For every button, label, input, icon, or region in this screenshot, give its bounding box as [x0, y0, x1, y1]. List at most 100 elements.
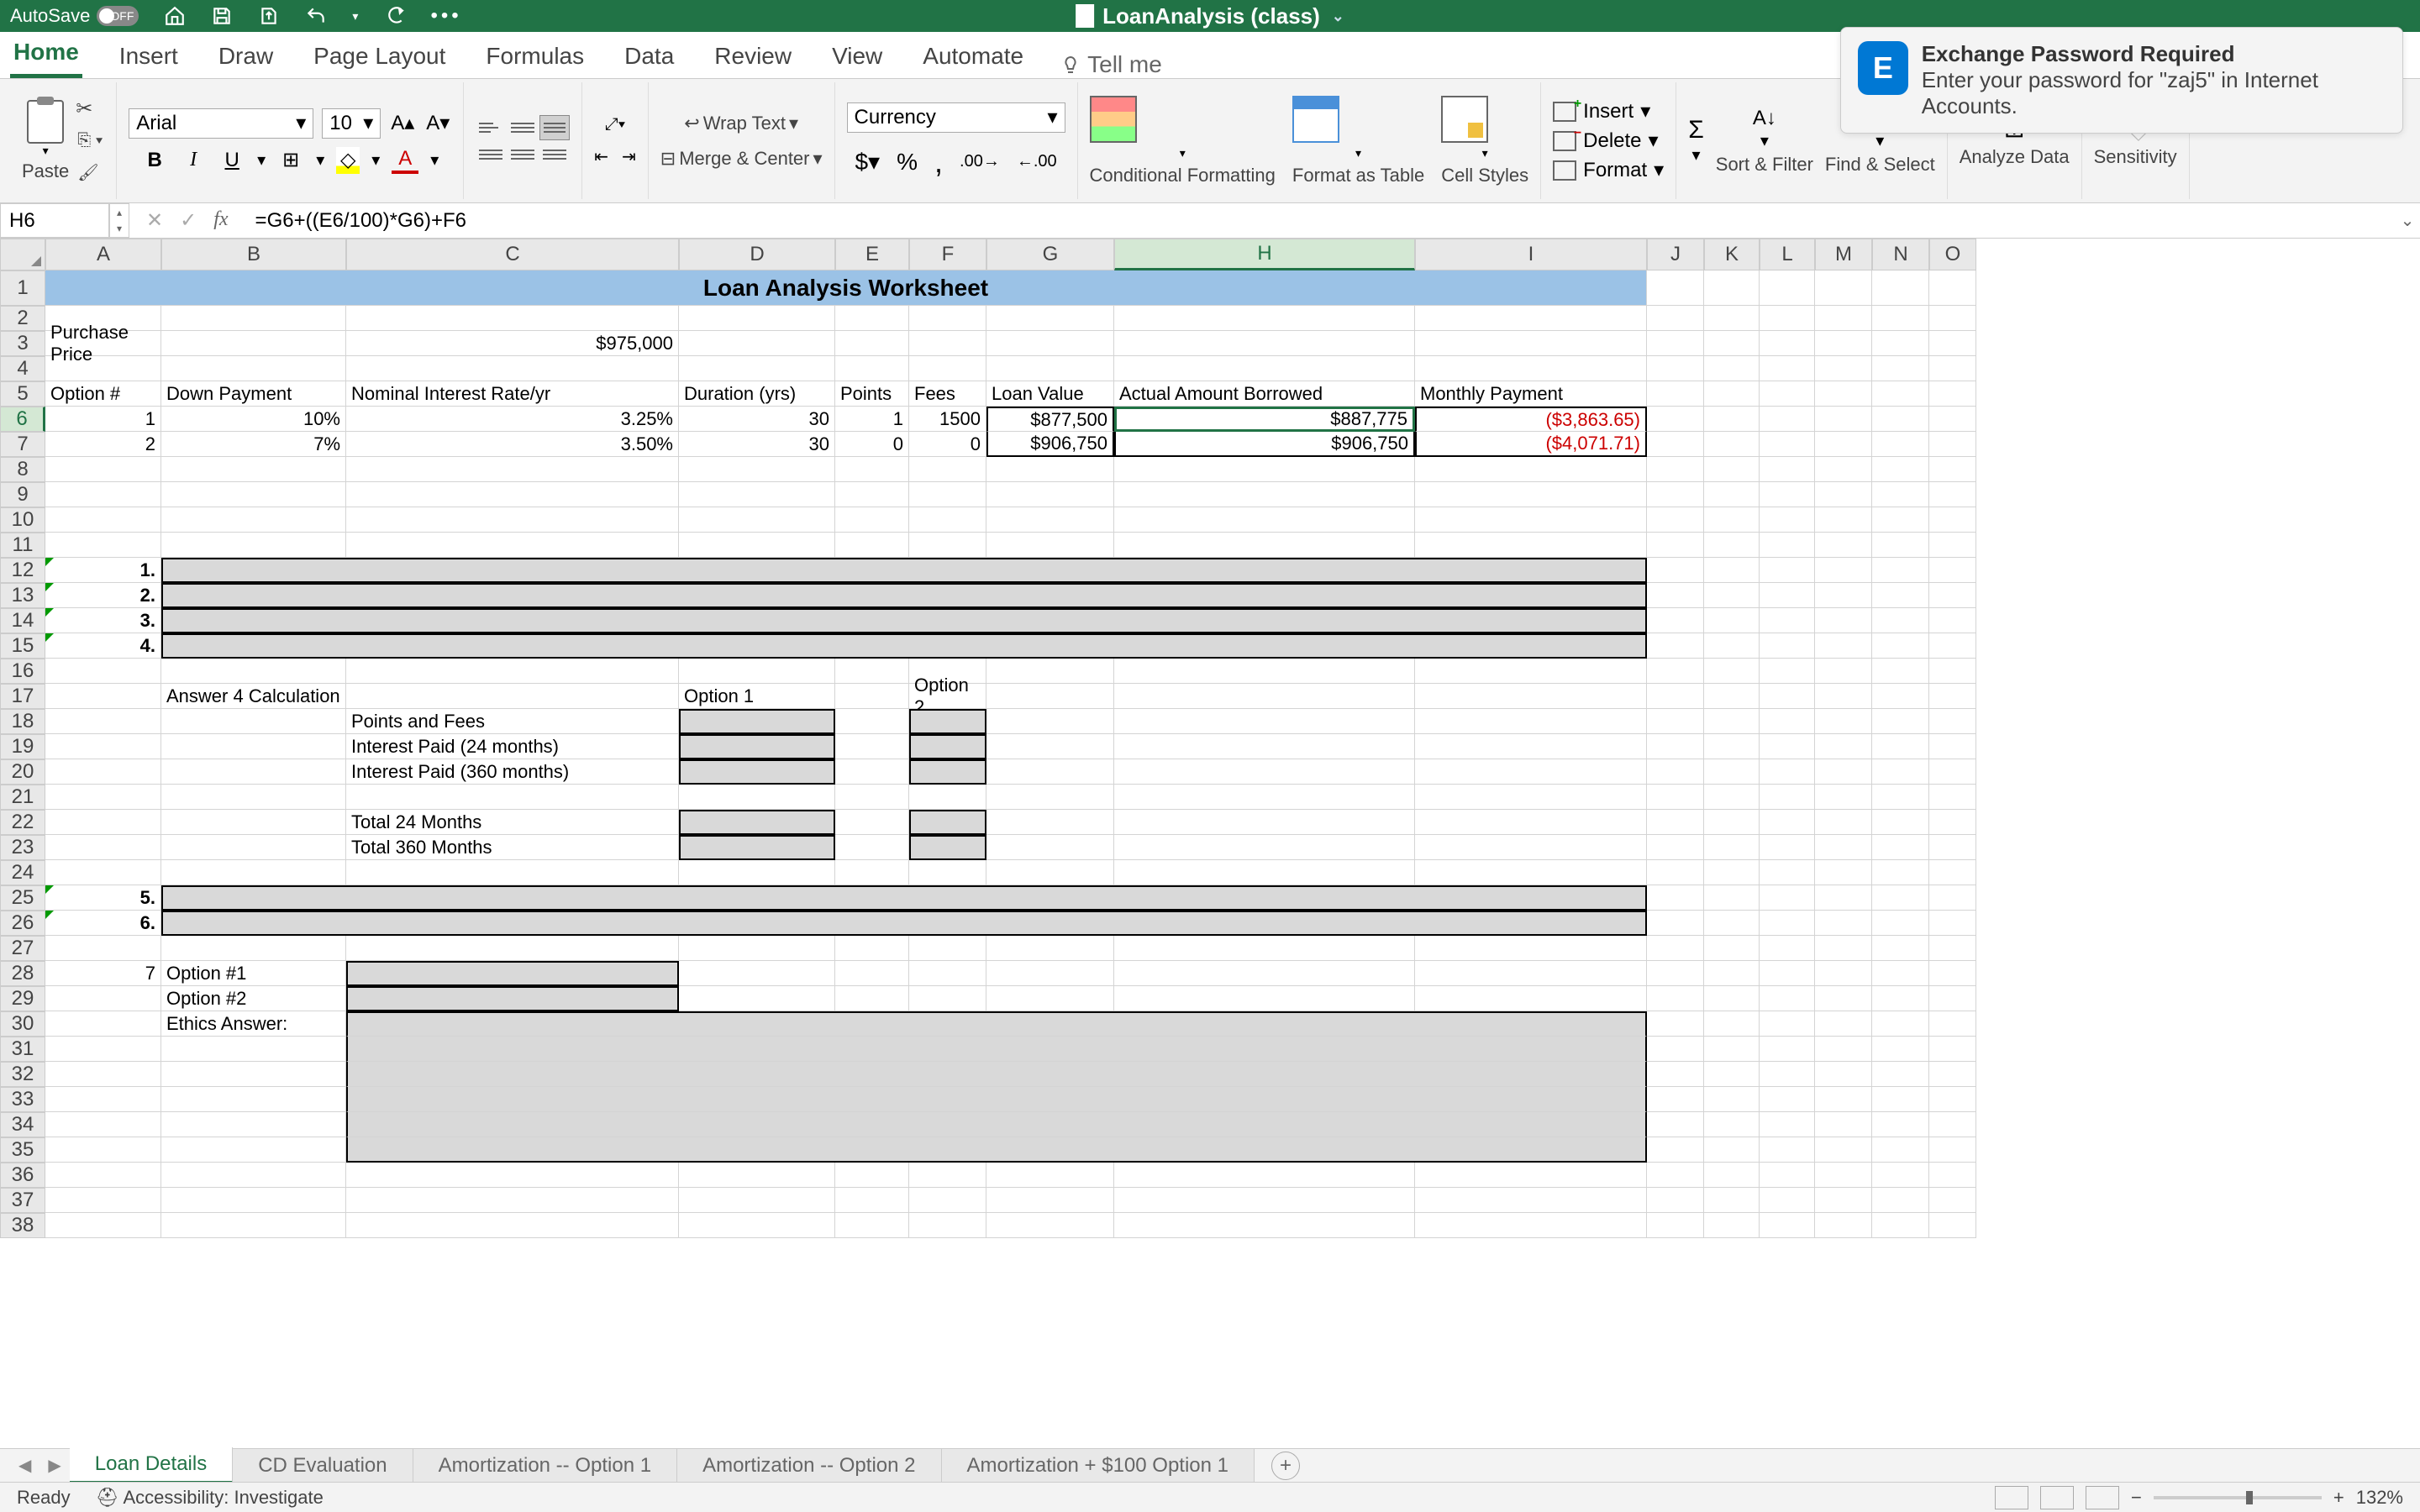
- cell-O11[interactable]: [1929, 533, 1976, 558]
- cell-B30[interactable]: Ethics Answer:: [161, 1011, 346, 1037]
- cell-L20[interactable]: [1760, 759, 1815, 785]
- cell-A38[interactable]: [45, 1213, 161, 1238]
- cell-M25[interactable]: [1815, 885, 1872, 911]
- namebox-up[interactable]: ▴: [110, 204, 129, 221]
- row-header-25[interactable]: 25: [0, 885, 45, 911]
- cell-B13[interactable]: [161, 583, 1647, 608]
- row-header-20[interactable]: 20: [0, 759, 45, 785]
- cell-J37[interactable]: [1647, 1188, 1704, 1213]
- cell-F19[interactable]: [909, 734, 986, 759]
- cell-A29[interactable]: [45, 986, 161, 1011]
- cell-J24[interactable]: [1647, 860, 1704, 885]
- increase-decimal-button[interactable]: .00→: [960, 152, 1000, 171]
- row-header-31[interactable]: 31: [0, 1037, 45, 1062]
- cell-J16[interactable]: [1647, 659, 1704, 684]
- cell-O13[interactable]: [1929, 583, 1976, 608]
- cell-C8[interactable]: [346, 457, 679, 482]
- cell-F38[interactable]: [909, 1213, 986, 1238]
- cell-O10[interactable]: [1929, 507, 1976, 533]
- cell-A19[interactable]: [45, 734, 161, 759]
- zoom-out-button[interactable]: −: [2131, 1487, 2142, 1509]
- cell-K22[interactable]: [1704, 810, 1760, 835]
- cell-E18[interactable]: [835, 709, 909, 734]
- cell-B36[interactable]: [161, 1163, 346, 1188]
- cell-F5[interactable]: Fees: [909, 381, 986, 407]
- cell-J7[interactable]: [1647, 432, 1704, 457]
- cell-L11[interactable]: [1760, 533, 1815, 558]
- cell-O26[interactable]: [1929, 911, 1976, 936]
- cell-E3[interactable]: [835, 331, 909, 356]
- cell-A1[interactable]: Loan Analysis Worksheet: [45, 270, 1647, 306]
- cell-F11[interactable]: [909, 533, 986, 558]
- row-header-23[interactable]: 23: [0, 835, 45, 860]
- cell-C28[interactable]: [346, 961, 679, 986]
- cell-L13[interactable]: [1760, 583, 1815, 608]
- cell-N21[interactable]: [1872, 785, 1929, 810]
- cell-L6[interactable]: [1760, 407, 1815, 432]
- cell-O38[interactable]: [1929, 1213, 1976, 1238]
- tab-automate[interactable]: Automate: [919, 36, 1027, 78]
- row-header-36[interactable]: 36: [0, 1163, 45, 1188]
- cell-A24[interactable]: [45, 860, 161, 885]
- cell-G3[interactable]: [986, 331, 1114, 356]
- autosave-toggle[interactable]: AutoSave OFF: [10, 5, 139, 27]
- cell-C35[interactable]: [346, 1137, 1647, 1163]
- cell-H5[interactable]: Actual Amount Borrowed: [1114, 381, 1415, 407]
- cell-A23[interactable]: [45, 835, 161, 860]
- cell-M10[interactable]: [1815, 507, 1872, 533]
- cell-L38[interactable]: [1760, 1213, 1815, 1238]
- row-header-28[interactable]: 28: [0, 961, 45, 986]
- cell-L3[interactable]: [1760, 331, 1815, 356]
- cell-L37[interactable]: [1760, 1188, 1815, 1213]
- cell-F24[interactable]: [909, 860, 986, 885]
- cell-H3[interactable]: [1114, 331, 1415, 356]
- tab-insert[interactable]: Insert: [116, 36, 182, 78]
- cell-A25[interactable]: 5.: [45, 885, 161, 911]
- cell-O29[interactable]: [1929, 986, 1976, 1011]
- cell-F28[interactable]: [909, 961, 986, 986]
- cell-M3[interactable]: [1815, 331, 1872, 356]
- cell-B18[interactable]: [161, 709, 346, 734]
- row-header-1[interactable]: 1: [0, 270, 45, 306]
- cell-N32[interactable]: [1872, 1062, 1929, 1087]
- cell-L1[interactable]: [1760, 270, 1815, 306]
- cell-G18[interactable]: [986, 709, 1114, 734]
- row-header-13[interactable]: 13: [0, 583, 45, 608]
- cell-K35[interactable]: [1704, 1137, 1760, 1163]
- cell-J25[interactable]: [1647, 885, 1704, 911]
- cell-G19[interactable]: [986, 734, 1114, 759]
- cell-O6[interactable]: [1929, 407, 1976, 432]
- cell-C17[interactable]: [346, 684, 679, 709]
- font-color-button[interactable]: A: [392, 147, 418, 174]
- cell-B19[interactable]: [161, 734, 346, 759]
- bold-button[interactable]: B: [141, 147, 168, 174]
- cell-E22[interactable]: [835, 810, 909, 835]
- cell-K30[interactable]: [1704, 1011, 1760, 1037]
- cell-I7[interactable]: ($4,071.71): [1415, 432, 1647, 457]
- cell-J35[interactable]: [1647, 1137, 1704, 1163]
- cell-C21[interactable]: [346, 785, 679, 810]
- cell-M28[interactable]: [1815, 961, 1872, 986]
- fx-button[interactable]: fx: [213, 208, 228, 233]
- cell-A10[interactable]: [45, 507, 161, 533]
- cell-B28[interactable]: Option #1: [161, 961, 346, 986]
- cell-D28[interactable]: [679, 961, 835, 986]
- cell-J28[interactable]: [1647, 961, 1704, 986]
- cell-M29[interactable]: [1815, 986, 1872, 1011]
- cell-G27[interactable]: [986, 936, 1114, 961]
- orientation-button[interactable]: ⤢▾: [605, 115, 625, 134]
- cell-F21[interactable]: [909, 785, 986, 810]
- cell-K7[interactable]: [1704, 432, 1760, 457]
- cell-N3[interactable]: [1872, 331, 1929, 356]
- cell-B38[interactable]: [161, 1213, 346, 1238]
- cell-G29[interactable]: [986, 986, 1114, 1011]
- cell-K37[interactable]: [1704, 1188, 1760, 1213]
- cell-A21[interactable]: [45, 785, 161, 810]
- cell-C27[interactable]: [346, 936, 679, 961]
- cell-I8[interactable]: [1415, 457, 1647, 482]
- cell-A32[interactable]: [45, 1062, 161, 1087]
- cell-G5[interactable]: Loan Value: [986, 381, 1114, 407]
- cell-A20[interactable]: [45, 759, 161, 785]
- cell-J14[interactable]: [1647, 608, 1704, 633]
- cell-O5[interactable]: [1929, 381, 1976, 407]
